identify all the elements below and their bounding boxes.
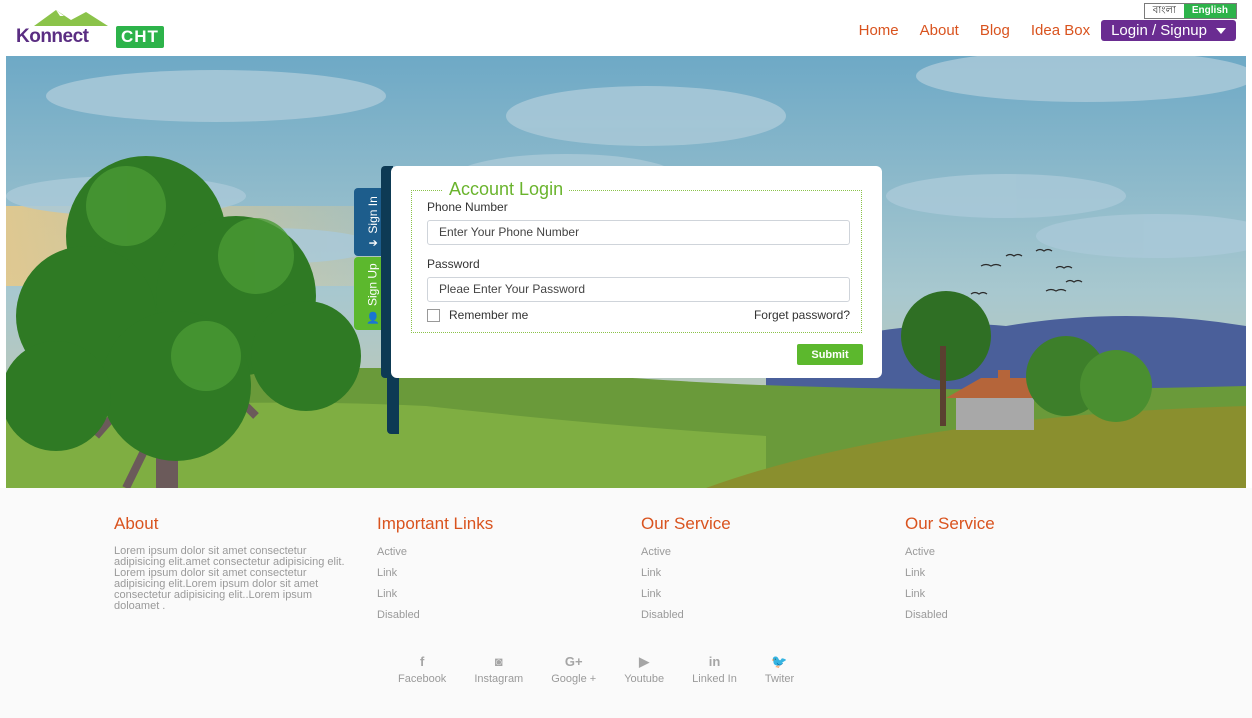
google-plus-icon: G+ [564,654,583,669]
social-label: Twiter [764,673,795,685]
footer-link[interactable]: Active [641,546,731,567]
social-facebook[interactable]: f Facebook [398,654,446,685]
mountain-logo-icon [34,10,108,26]
submit-button[interactable]: Submit [797,344,863,365]
nav-idea-box[interactable]: Idea Box [1031,22,1090,39]
site-header: Konnect CHT বাংলা English Home About Blo… [0,0,1252,56]
konnect-cht-logo[interactable]: Konnect CHT [16,6,164,50]
footer-link[interactable]: Active [905,546,995,567]
sign-in-icon: ➔ [368,237,378,250]
youtube-icon: ▶ [639,654,650,669]
linkedin-icon: in [708,654,721,669]
social-google-plus[interactable]: G+ Google + [551,654,596,685]
login-signup-label: Login / Signup [1111,22,1207,39]
footer-link[interactable]: Disabled [905,609,995,630]
footer-col-title: Our Service [641,514,731,533]
footer-link[interactable]: Link [377,567,493,588]
tab-sign-in-label: Sign In [366,196,381,234]
logo-tag: CHT [116,26,164,48]
social-label: Instagram [474,673,524,685]
login-title: Account Login [443,179,570,200]
footer-col-title: Our Service [905,514,995,533]
login-card: Account Login Phone Number Enter Your Ph… [391,166,882,378]
forgot-password-link[interactable]: Forget password? [754,308,850,322]
footer-our-service-1: Our Service Active Link Link Disabled [641,514,731,630]
remember-checkbox[interactable] [427,308,440,322]
social-label: Facebook [398,673,447,685]
language-switcher: বাংলা English [1143,3,1237,19]
lang-bangla[interactable]: বাংলা [1144,4,1184,18]
nav-blog[interactable]: Blog [980,22,1010,39]
facebook-icon: f [419,654,425,669]
nav-home[interactable]: Home [859,22,899,39]
caret-down-icon [1216,27,1226,34]
footer-link[interactable]: Link [641,588,731,609]
password-label: Password [427,257,480,271]
social-linkedin[interactable]: in Linked In [692,654,737,685]
social-youtube[interactable]: ▶ Youtube [624,654,664,685]
footer-link[interactable]: Active [377,546,493,567]
social-twitter[interactable]: 🐦 Twiter [765,654,794,685]
footer-about-title: About [114,514,159,533]
nav-about[interactable]: About [920,22,959,39]
social-label: Linked In [692,673,737,685]
footer-about: About Lorem ipsum dolor sit amet consect… [114,514,354,612]
social-label: Google + [551,673,597,685]
remember-me[interactable]: Remember me [427,308,528,322]
page-root: Konnect CHT বাংলা English Home About Blo… [0,0,1252,718]
footer-link[interactable]: Link [905,567,995,588]
social-instagram[interactable]: ◙ Instagram [474,654,523,685]
footer-link[interactable]: Link [377,588,493,609]
footer-link[interactable]: Disabled [377,609,493,630]
footer-about-text: Lorem ipsum dolor sit amet consectetur a… [114,545,345,612]
phone-input[interactable]: Enter Your Phone Number [427,220,850,245]
footer-link[interactable]: Link [641,567,731,588]
phone-label: Phone Number [427,200,508,214]
footer-col-title: Important Links [377,514,494,533]
footer-important-links: Important Links Active Link Link Disable… [377,514,493,630]
login-signup-button[interactable]: Login / Signup [1101,20,1236,41]
instagram-icon: ◙ [494,654,503,669]
logo-wordmark: Konnect [16,26,89,47]
footer-link[interactable]: Link [905,588,995,609]
main-nav: Home About Blog Idea Box Login / Signup [838,20,1236,41]
site-footer: About Lorem ipsum dolor sit amet consect… [0,488,1252,718]
social-label: Youtube [624,673,665,685]
footer-link[interactable]: Disabled [641,609,731,630]
social-links: f Facebook ◙ Instagram G+ Google + ▶ You… [398,654,822,685]
add-user-icon: 👤 [366,311,380,324]
remember-label: Remember me [449,308,529,322]
tab-sign-up-label: Sign Up [366,262,380,306]
password-input[interactable]: Pleae Enter Your Password [427,277,850,302]
twitter-icon: 🐦 [771,654,788,669]
footer-our-service-2: Our Service Active Link Link Disabled [905,514,995,630]
lang-english[interactable]: English [1183,4,1236,18]
